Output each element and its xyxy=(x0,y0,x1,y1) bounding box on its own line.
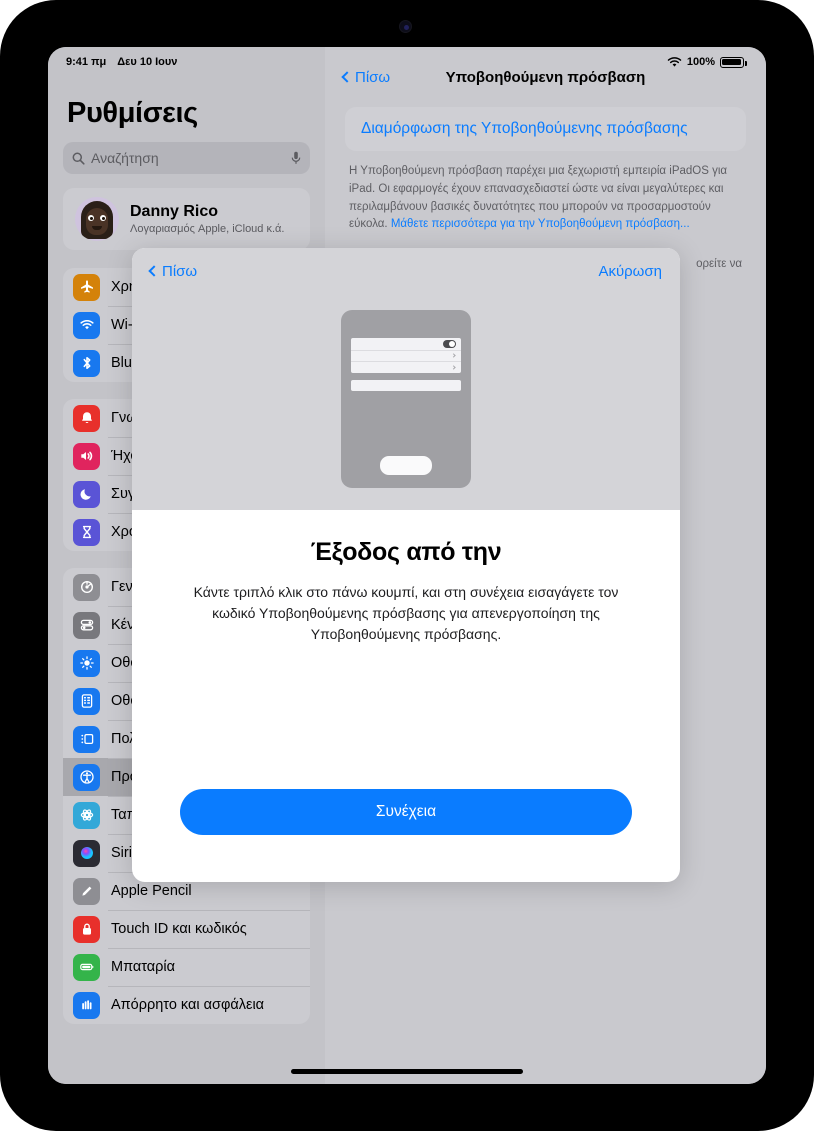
chevron-left-icon xyxy=(148,265,160,277)
lock-icon xyxy=(73,915,100,943)
modal-header: Πίσω Ακύρωση xyxy=(132,248,680,510)
page-title: Ρυθμίσεις xyxy=(67,97,198,129)
privacy-hand-icon xyxy=(73,991,100,1019)
front-camera-icon xyxy=(399,20,412,33)
wifi-icon xyxy=(73,311,100,339)
status-bar: 9:41 πμ Δευ 10 Ιουν 100% xyxy=(48,47,766,77)
sliders-icon xyxy=(73,611,100,639)
wifi-icon xyxy=(667,56,682,67)
sidebar-item-11-g3[interactable]: Μπαταρία xyxy=(63,948,310,986)
learn-more-link[interactable]: Μάθετε περισσότερα για την Υποβοηθούμενη… xyxy=(391,218,690,230)
configure-label: Διαμόρφωση της Υποβοηθούμενης πρόσβασης xyxy=(361,120,688,137)
battery-icon xyxy=(720,56,747,68)
sidebar-item-12-g3[interactable]: Απόρρητο και ασφάλεια xyxy=(63,986,310,1024)
siri-icon xyxy=(73,839,100,867)
profile-name: Danny Rico xyxy=(130,202,219,220)
pencil-icon xyxy=(73,877,100,905)
brightness-icon xyxy=(73,649,100,677)
sidebar-item-label: Απόρρητο και ασφάλεια xyxy=(111,997,265,1013)
modal-back-label: Πίσω xyxy=(162,262,198,280)
modal-title: Έξοδος από την xyxy=(310,538,502,566)
bluetooth-icon xyxy=(73,349,100,377)
bell-icon xyxy=(73,404,100,432)
exit-assistive-access-modal: Πίσω Ακύρωση Έξοδος από την Κάντε τριπλό… xyxy=(132,248,680,882)
wallpaper-icon xyxy=(73,801,100,829)
profile-subtitle: Λογαριασμός Apple, iCloud κ.ά. xyxy=(130,222,285,235)
home-screen-icon xyxy=(73,687,100,715)
chevron-right-icon xyxy=(451,353,456,359)
sidebar-item-10-g3[interactable]: Touch ID και κωδικός xyxy=(63,910,310,948)
illustration-home-button xyxy=(380,456,432,475)
battery-icon xyxy=(73,953,100,981)
airplane-icon xyxy=(73,273,100,301)
ipad-device-frame: 9:41 πμ Δευ 10 Ιουν 100% Ρυθμίσεις Αναζή… xyxy=(0,0,814,1131)
search-placeholder: Αναζήτηση xyxy=(91,150,159,166)
configure-assistive-access-button[interactable]: Διαμόρφωση της Υποβοηθούμενης πρόσβασης xyxy=(345,107,746,151)
illustration-toggle-icon xyxy=(443,340,456,348)
sidebar-item-label: Touch ID και κωδικός xyxy=(111,921,247,937)
accessibility-icon xyxy=(73,763,100,791)
avatar xyxy=(75,197,119,241)
home-indicator[interactable] xyxy=(291,1069,523,1074)
assistive-access-description: Η Υποβοηθούμενη πρόσβαση παρέχει μια ξεχ… xyxy=(345,151,746,234)
modal-footer: Συνέχεια xyxy=(132,789,680,835)
chevron-right-icon xyxy=(451,365,456,370)
battery-percent-label: 100% xyxy=(686,56,715,68)
moon-icon xyxy=(73,480,100,508)
illustration-secondary-bar xyxy=(351,380,461,391)
search-input[interactable]: Αναζήτηση xyxy=(63,142,310,174)
modal-body: Έξοδος από την Κάντε τριπλό κλικ στο πάν… xyxy=(132,510,680,645)
sidebar-item-label: Apple Pencil xyxy=(111,883,192,899)
status-date: Δευ 10 Ιουν xyxy=(117,56,178,68)
speaker-icon xyxy=(73,442,100,470)
modal-nav-bar: Πίσω Ακύρωση xyxy=(132,248,680,294)
modal-cancel-button[interactable]: Ακύρωση xyxy=(598,263,662,280)
modal-back-button[interactable]: Πίσω xyxy=(148,262,198,280)
gear-icon xyxy=(73,573,100,601)
sidebar-item-label: Μπαταρία xyxy=(111,959,176,975)
search-icon xyxy=(72,152,85,165)
status-time: 9:41 πμ xyxy=(66,56,107,68)
profile-card[interactable]: Danny Rico Λογαριασμός Apple, iCloud κ.ά… xyxy=(63,188,310,250)
modal-description: Κάντε τριπλό κλικ στο πάνω κουμπί, και σ… xyxy=(193,584,619,642)
microphone-icon[interactable] xyxy=(291,151,301,165)
multitasking-icon xyxy=(73,725,100,753)
hourglass-icon xyxy=(73,518,100,546)
illustration-settings-card xyxy=(351,338,461,373)
ipad-screen: 9:41 πμ Δευ 10 Ιουν 100% Ρυθμίσεις Αναζή… xyxy=(48,47,766,1084)
continue-button[interactable]: Συνέχεια xyxy=(180,789,632,835)
ipad-settings-illustration xyxy=(341,310,471,488)
